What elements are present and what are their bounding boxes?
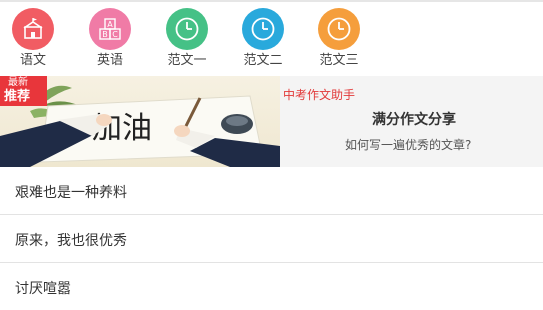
category-essay-3[interactable]: 范文三 xyxy=(309,8,369,69)
clock-icon xyxy=(166,8,208,50)
article-title: 讨厌喧嚣 xyxy=(15,281,71,297)
banner-title: 满分作文分享 xyxy=(372,112,456,128)
article-title: 艰难也是一种养料 xyxy=(15,185,127,201)
category-chinese[interactable]: 语文 xyxy=(3,8,63,69)
article-title: 原来，我也很优秀 xyxy=(15,233,127,249)
article-list: 艰难也是一种养料 原来，我也很优秀 讨厌喧嚣 xyxy=(0,167,543,310)
banner-description: 如何写一遍优秀的文章? xyxy=(345,138,472,152)
list-item[interactable]: 原来，我也很优秀 xyxy=(0,215,543,263)
list-item[interactable]: 讨厌喧嚣 xyxy=(0,263,543,310)
svg-text:B: B xyxy=(102,30,108,39)
category-label: 语文 xyxy=(19,53,46,68)
category-row: 语文 A B C 英语 范文一 范文二 范文三 xyxy=(0,0,543,75)
banner-illustration: 加油 最新 推荐 xyxy=(0,76,280,167)
category-label: 范文三 xyxy=(319,53,359,68)
abc-blocks-icon: A B C xyxy=(89,8,131,50)
category-essay-1[interactable]: 范文一 xyxy=(157,8,217,69)
category-english[interactable]: A B C 英语 xyxy=(80,8,140,69)
category-essay-2[interactable]: 范文二 xyxy=(233,8,293,69)
badge-bottom-text: 推荐 xyxy=(4,89,31,104)
list-item[interactable]: 艰难也是一种养料 xyxy=(0,167,543,215)
recommended-badge: 最新 推荐 xyxy=(0,76,47,106)
category-label: 英语 xyxy=(96,53,123,68)
category-label: 范文一 xyxy=(167,53,207,68)
banner-subtitle: 中考作文助手 xyxy=(283,88,356,102)
school-icon xyxy=(12,8,54,50)
svg-text:A: A xyxy=(107,20,113,29)
clock-icon xyxy=(242,8,284,50)
badge-top-text: 最新 xyxy=(8,77,28,88)
promo-banner[interactable]: 加油 最新 推荐 中考作文助手 满分作文分享 如何写一遍优秀的文章? xyxy=(0,76,543,167)
category-label: 范文二 xyxy=(243,53,283,68)
svg-text:C: C xyxy=(112,30,118,39)
clock-icon xyxy=(318,8,360,50)
